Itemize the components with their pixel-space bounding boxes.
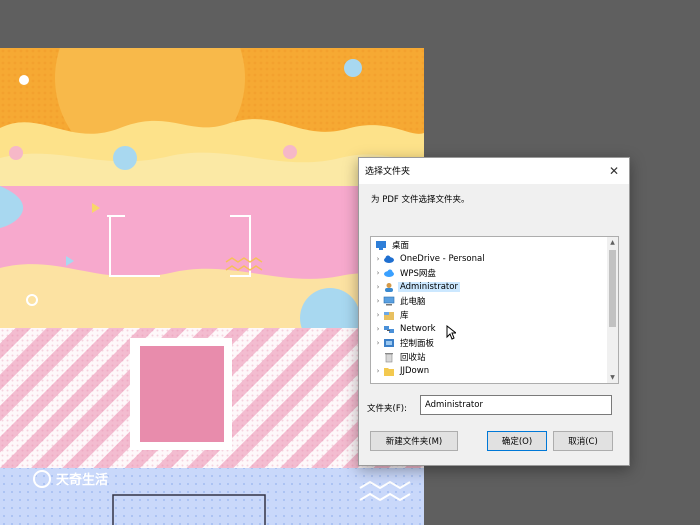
cancel-button[interactable]: 取消(C) bbox=[553, 431, 613, 451]
scrollbar-thumb[interactable] bbox=[609, 250, 616, 327]
tree-item[interactable]: › Administrator bbox=[371, 280, 609, 294]
tree-item[interactable]: › 控制面板 bbox=[371, 336, 609, 350]
expand-chevron-icon[interactable]: › bbox=[373, 367, 383, 375]
tree-item-label: 回收站 bbox=[400, 353, 426, 363]
tree-item-label: 库 bbox=[400, 311, 409, 321]
mouse-cursor-icon bbox=[446, 325, 456, 340]
tree-item[interactable]: › 此电脑 bbox=[371, 294, 609, 308]
network-icon bbox=[383, 324, 395, 334]
tree-item-label: Network bbox=[400, 324, 436, 334]
dialog-titlebar[interactable]: 选择文件夹 ✕ bbox=[359, 158, 629, 184]
tree-item-label: JJDown bbox=[400, 366, 430, 376]
tree-item[interactable]: › OneDrive - Personal bbox=[371, 252, 609, 266]
expand-chevron-icon[interactable]: › bbox=[373, 283, 383, 291]
expand-chevron-icon[interactable]: › bbox=[373, 269, 383, 277]
tree-scrollbar[interactable]: ▲ ▼ bbox=[607, 237, 618, 383]
tree-item-label: WPS网盘 bbox=[400, 269, 436, 279]
tree-item-label: 控制面板 bbox=[400, 339, 435, 349]
folder-label: 文件夹(F): bbox=[367, 404, 407, 414]
folder-tree[interactable]: 桌面 › OneDrive - Personal › WPS网盘 › Administrat… bbox=[370, 236, 619, 384]
user-icon bbox=[383, 282, 395, 292]
folder-icon bbox=[383, 366, 395, 376]
expand-chevron-icon[interactable]: › bbox=[373, 255, 383, 263]
expand-chevron-icon[interactable]: › bbox=[373, 339, 383, 347]
watermark-text: 天奇生活 bbox=[56, 472, 108, 488]
control-panel-icon bbox=[383, 338, 395, 348]
tree-item-label: 此电脑 bbox=[400, 297, 426, 307]
library-icon bbox=[383, 310, 395, 320]
select-folder-dialog: 选择文件夹 ✕ 为 PDF 文件选择文件夹。 桌面 › OneDrive - Per… bbox=[358, 157, 630, 466]
tree-item[interactable]: 桌面 bbox=[371, 238, 609, 252]
recycle-bin-icon bbox=[383, 352, 395, 363]
cloud-drive-icon bbox=[383, 268, 395, 278]
cloud-icon bbox=[383, 254, 395, 264]
expand-chevron-icon[interactable]: › bbox=[373, 297, 383, 305]
tree-item[interactable]: › JJDown bbox=[371, 364, 609, 378]
tree-item-label: Administrator bbox=[398, 282, 460, 292]
desktop-icon bbox=[375, 240, 387, 250]
expand-chevron-icon[interactable]: › bbox=[373, 325, 383, 333]
tree-item[interactable]: 回收站 bbox=[371, 350, 609, 364]
ok-button[interactable]: 确定(O) bbox=[487, 431, 547, 451]
close-button[interactable]: ✕ bbox=[599, 158, 629, 184]
dialog-title: 选择文件夹 bbox=[365, 167, 411, 177]
new-folder-button[interactable]: 新建文件夹(M) bbox=[370, 431, 458, 451]
tree-item[interactable]: › WPS网盘 bbox=[371, 266, 609, 280]
tree-item-label: OneDrive - Personal bbox=[400, 254, 485, 264]
folder-field[interactable] bbox=[420, 395, 612, 415]
dialog-prompt: 为 PDF 文件选择文件夹。 bbox=[371, 195, 470, 205]
expand-chevron-icon[interactable]: › bbox=[373, 311, 383, 319]
tree-item-label: 桌面 bbox=[392, 241, 410, 251]
scroll-up-arrow-icon[interactable]: ▲ bbox=[607, 237, 618, 248]
tree-item[interactable]: › Network bbox=[371, 322, 609, 336]
scroll-down-arrow-icon[interactable]: ▼ bbox=[607, 372, 618, 383]
tree-item[interactable]: › 库 bbox=[371, 308, 609, 322]
computer-icon bbox=[383, 296, 395, 306]
